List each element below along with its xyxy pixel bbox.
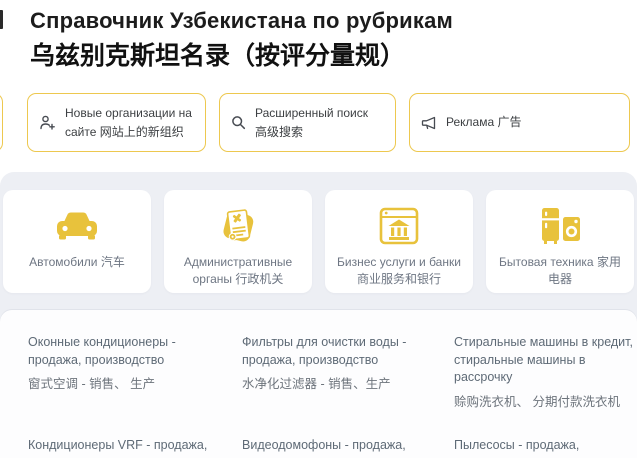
rubric-link-water-filters[interactable]: Фильтры для очистки воды - продажа, прои…	[242, 334, 440, 410]
clipped-content-sliver	[0, 10, 3, 29]
megaphone-icon	[421, 116, 437, 130]
rubric-link-zh[interactable]: 赊购洗衣机、 分期付款洗衣机	[454, 394, 635, 411]
rubric-link-vrf-air-conditioners[interactable]: Кондиционеры VRF - продажа, производство…	[28, 437, 228, 458]
page-title-russian: Справочник Узбекистана по рубрикам	[30, 7, 607, 35]
rubric-link-zh[interactable]: 窗式空调 - 销售、 生产	[28, 376, 228, 393]
label-ru: Реклама	[446, 115, 494, 129]
category-cards-row: Автомобили 汽车	[0, 172, 637, 293]
label-zh: 高级搜索	[255, 125, 303, 139]
appliances-icon	[538, 204, 582, 248]
rubric-link-ru[interactable]: Фильтры для очистки воды - продажа, прои…	[242, 334, 440, 369]
certificate-gavel-icon	[217, 204, 259, 248]
category-label: Бизнес услуги и банки 商业服务和银行	[325, 254, 473, 289]
rubric-links-panel: Оконные кондиционеры - продажа, производ…	[0, 310, 637, 458]
rubric-link-vacuum-cleaners[interactable]: Пылесосы - продажа, производство 真空吸尘器 -…	[454, 437, 635, 458]
advanced-search-button[interactable]: Расширенный поиск 高级搜索	[219, 93, 396, 152]
category-label: Бытовая техника 家用电器	[486, 254, 634, 289]
page-header: Справочник Узбекистана по рубрикам 乌兹别克斯…	[0, 0, 637, 71]
categories-section: Автомобили 汽车	[0, 172, 637, 458]
car-icon	[54, 204, 100, 248]
new-organizations-label: Новые организации на сайте 网站上的新组织	[65, 104, 193, 141]
rubric-link-ru[interactable]: Пылесосы - продажа, производство	[454, 437, 635, 458]
search-icon	[231, 115, 246, 130]
bank-window-icon	[378, 204, 420, 248]
rubric-link-ru[interactable]: Видеодомофоны - продажа, производство	[242, 437, 440, 458]
category-label: Административные органы 行政机关	[164, 254, 312, 289]
label-ru: Бизнес услуги и банки	[337, 255, 461, 269]
label-zh: 网站上的新组织	[100, 125, 184, 139]
label-ru: Расширенный поиск	[255, 106, 368, 120]
category-card-household-appliances[interactable]: Бытовая техника 家用电器	[486, 190, 634, 293]
advanced-search-label: Расширенный поиск 高级搜索	[255, 104, 383, 141]
category-card-administrative-organs[interactable]: Административные органы 行政机关	[164, 190, 312, 293]
label-ru: Бытовая техника	[499, 255, 594, 269]
rubric-link-washing-machines-credit[interactable]: Стиральные машины в кредит, стиральные м…	[454, 334, 635, 410]
rubric-link-ru[interactable]: Кондиционеры VRF - продажа, производство	[28, 437, 228, 458]
category-label: Автомобили 汽车	[20, 254, 134, 271]
new-organizations-button[interactable]: Новые организации на сайте 网站上的新组织	[27, 93, 206, 152]
rubric-link-video-intercoms[interactable]: Видеодомофоны - продажа, производство 可视…	[242, 437, 440, 458]
rubric-link-window-air-conditioners[interactable]: Оконные кондиционеры - продажа, производ…	[28, 334, 228, 410]
label-zh: 广告	[497, 115, 521, 129]
page-title-chinese: 乌兹别克斯坦名录（按评分量规）	[30, 41, 607, 71]
quick-links-row: Новые организации на сайте 网站上的新组织 Расши…	[27, 93, 630, 152]
label-zh: 汽车	[101, 255, 125, 269]
label-zh: 行政机关	[235, 272, 283, 286]
directory-page: Справочник Узбекистана по рубрикам 乌兹别克斯…	[0, 0, 637, 458]
category-card-automobiles[interactable]: Автомобили 汽车	[3, 190, 151, 293]
rubric-link-ru[interactable]: Оконные кондиционеры - продажа, производ…	[28, 334, 228, 369]
rubric-link-zh[interactable]: 水净化过滤器 - 销售、生产	[242, 376, 440, 393]
carousel-prev-button-fragment[interactable]	[0, 93, 3, 152]
label-zh: 商业服务和银行	[357, 272, 441, 286]
advertising-button[interactable]: Реклама 广告	[409, 93, 630, 152]
rubric-link-ru[interactable]: Стиральные машины в кредит, стиральные м…	[454, 334, 635, 387]
advertising-label: Реклама 广告	[446, 113, 522, 132]
category-card-business-banks[interactable]: Бизнес услуги и банки 商业服务和银行	[325, 190, 473, 293]
person-plus-icon	[39, 114, 56, 131]
label-ru: Автомобили	[29, 255, 97, 269]
